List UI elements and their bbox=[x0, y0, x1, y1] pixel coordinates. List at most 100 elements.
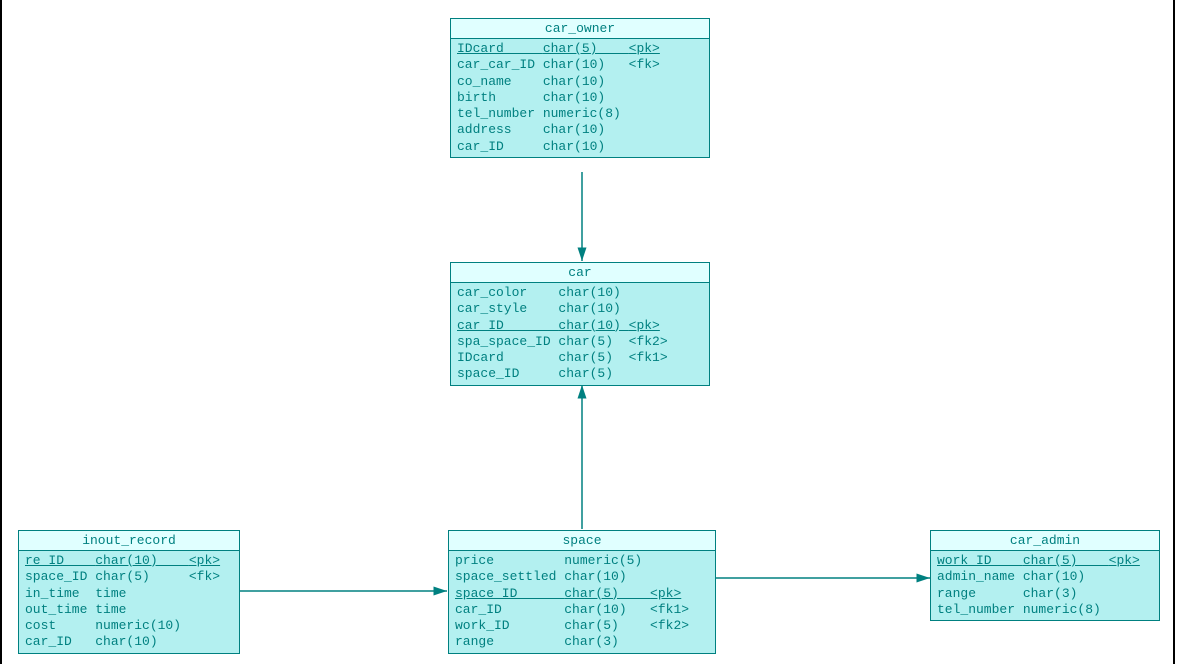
column-type: char(5) bbox=[558, 366, 628, 382]
column-name: birth bbox=[457, 90, 543, 106]
column-row: range char(3) bbox=[455, 634, 709, 650]
column-name: admin_name bbox=[937, 569, 1023, 585]
entity-body: re_ID char(10) <pk>space_ID char(5) <fk>… bbox=[19, 551, 239, 653]
column-row: car_color char(10) bbox=[457, 285, 703, 301]
column-name: tel_number bbox=[937, 602, 1023, 618]
canvas-border-right bbox=[1173, 0, 1175, 664]
column-name: IDcard bbox=[457, 41, 543, 57]
column-row: car_style char(10) bbox=[457, 301, 703, 317]
column-type: numeric(5) bbox=[564, 553, 650, 569]
column-type: char(5) bbox=[558, 350, 628, 366]
column-row: tel_number numeric(8) bbox=[937, 602, 1153, 618]
column-name: cost bbox=[25, 618, 95, 634]
column-name: in_time bbox=[25, 586, 95, 602]
column-type: char(10) bbox=[558, 318, 628, 334]
column-type: numeric(8) bbox=[543, 106, 629, 122]
column-name: space_settled bbox=[455, 569, 564, 585]
column-key: <fk2> bbox=[629, 334, 668, 350]
column-row: admin_name char(10) bbox=[937, 569, 1153, 585]
entity-car-admin[interactable]: car_admin work_ID char(5) <pk>admin_name… bbox=[930, 530, 1160, 621]
column-type: char(5) bbox=[95, 569, 189, 585]
column-key: <pk> bbox=[650, 586, 681, 602]
column-type: time bbox=[95, 586, 189, 602]
column-type: char(3) bbox=[564, 634, 650, 650]
column-key: <fk1> bbox=[650, 602, 689, 618]
column-name: car_style bbox=[457, 301, 558, 317]
entity-inout-record[interactable]: inout_record re_ID char(10) <pk>space_ID… bbox=[18, 530, 240, 654]
column-key: <fk2> bbox=[650, 618, 689, 634]
column-type: char(10) bbox=[543, 122, 629, 138]
entity-title: car_owner bbox=[451, 19, 709, 39]
column-type: char(5) bbox=[564, 586, 650, 602]
column-name: re_ID bbox=[25, 553, 95, 569]
column-type: char(5) bbox=[543, 41, 629, 57]
column-row: in_time time bbox=[25, 586, 233, 602]
column-type: char(3) bbox=[1023, 586, 1109, 602]
column-type: char(10) bbox=[543, 57, 629, 73]
entity-body: work_ID char(5) <pk>admin_name char(10) … bbox=[931, 551, 1159, 620]
column-row: car_car_ID char(10) <fk> bbox=[457, 57, 703, 73]
column-row: space_ID char(5) <pk> bbox=[455, 586, 709, 602]
column-row: cost numeric(10) bbox=[25, 618, 233, 634]
column-row: price numeric(5) bbox=[455, 553, 709, 569]
column-row: IDcard char(5) <fk1> bbox=[457, 350, 703, 366]
column-name: space_ID bbox=[457, 366, 558, 382]
column-name: range bbox=[455, 634, 564, 650]
entity-car-owner[interactable]: car_owner IDcard char(5) <pk>car_car_ID … bbox=[450, 18, 710, 158]
column-key: <fk> bbox=[189, 569, 220, 585]
entity-title: car bbox=[451, 263, 709, 283]
column-name: IDcard bbox=[457, 350, 558, 366]
column-row: out_time time bbox=[25, 602, 233, 618]
column-row: re_ID char(10) <pk> bbox=[25, 553, 233, 569]
column-name: car_ID bbox=[457, 139, 543, 155]
column-type: time bbox=[95, 602, 189, 618]
column-type: char(5) bbox=[564, 618, 650, 634]
column-name: address bbox=[457, 122, 543, 138]
column-row: work_ID char(5) <fk2> bbox=[455, 618, 709, 634]
column-name: spa_space_ID bbox=[457, 334, 558, 350]
column-row: address char(10) bbox=[457, 122, 703, 138]
column-key: <pk> bbox=[629, 318, 660, 334]
column-key: <pk> bbox=[189, 553, 220, 569]
column-name: work_ID bbox=[937, 553, 1023, 569]
column-row: space_settled char(10) bbox=[455, 569, 709, 585]
column-row: tel_number numeric(8) bbox=[457, 106, 703, 122]
column-key: <pk> bbox=[629, 41, 660, 57]
column-name: car_car_ID bbox=[457, 57, 543, 73]
column-name: tel_number bbox=[457, 106, 543, 122]
column-name: car_ID bbox=[25, 634, 95, 650]
entity-body: price numeric(5) space_settled char(10) … bbox=[449, 551, 715, 653]
column-type: char(10) bbox=[95, 634, 189, 650]
column-key: <fk> bbox=[629, 57, 660, 73]
column-name: co_name bbox=[457, 74, 543, 90]
entity-title: car_admin bbox=[931, 531, 1159, 551]
column-row: co_name char(10) bbox=[457, 74, 703, 90]
entity-space[interactable]: space price numeric(5) space_settled cha… bbox=[448, 530, 716, 654]
column-row: space_ID char(5) bbox=[457, 366, 703, 382]
column-name: range bbox=[937, 586, 1023, 602]
column-type: char(10) bbox=[543, 74, 629, 90]
column-row: IDcard char(5) <pk> bbox=[457, 41, 703, 57]
column-name: price bbox=[455, 553, 564, 569]
column-row: range char(3) bbox=[937, 586, 1153, 602]
column-row: car_ID char(10) <pk> bbox=[457, 318, 703, 334]
column-type: char(10) bbox=[95, 553, 189, 569]
column-row: spa_space_ID char(5) <fk2> bbox=[457, 334, 703, 350]
column-row: car_ID char(10) <fk1> bbox=[455, 602, 709, 618]
entity-car[interactable]: car car_color char(10) car_style char(10… bbox=[450, 262, 710, 386]
canvas-border-left bbox=[0, 0, 2, 664]
column-type: numeric(10) bbox=[95, 618, 189, 634]
column-row: birth char(10) bbox=[457, 90, 703, 106]
column-row: car_ID char(10) bbox=[25, 634, 233, 650]
entity-body: IDcard char(5) <pk>car_car_ID char(10) <… bbox=[451, 39, 709, 157]
entity-title: space bbox=[449, 531, 715, 551]
column-type: char(10) bbox=[1023, 569, 1109, 585]
column-type: char(10) bbox=[543, 90, 629, 106]
column-type: char(5) bbox=[558, 334, 628, 350]
column-row: car_ID char(10) bbox=[457, 139, 703, 155]
entity-body: car_color char(10) car_style char(10) ca… bbox=[451, 283, 709, 385]
entity-title: inout_record bbox=[19, 531, 239, 551]
column-type: char(10) bbox=[558, 301, 628, 317]
column-type: char(10) bbox=[564, 569, 650, 585]
column-type: numeric(8) bbox=[1023, 602, 1109, 618]
